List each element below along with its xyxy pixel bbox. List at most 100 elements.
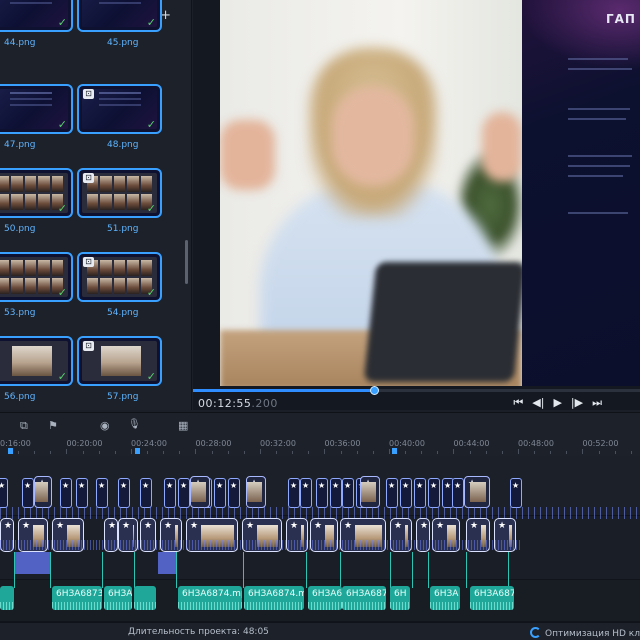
audio-clip-waveform bbox=[134, 602, 156, 610]
thumbnail-photo bbox=[140, 176, 152, 192]
overlay-image-clip[interactable]: ★ bbox=[34, 476, 52, 508]
overlay-slide-clip[interactable]: ★ bbox=[228, 478, 240, 508]
overlay-slide-clip[interactable]: ★ bbox=[178, 478, 190, 508]
overlay-slide-clip[interactable]: ★ bbox=[342, 478, 354, 508]
clip-link-line bbox=[306, 552, 307, 588]
thumbnail-photo bbox=[11, 176, 23, 192]
audio-clip[interactable]: 6НЗА6 bbox=[308, 586, 342, 610]
overlay-slide-clip[interactable]: ★ bbox=[414, 478, 426, 508]
media-thumbnail[interactable]: ⊡✓ bbox=[77, 336, 162, 386]
overlay-slide-clip[interactable]: ★ bbox=[214, 478, 226, 508]
image-type-icon: ⊡ bbox=[83, 341, 94, 351]
media-thumbnail[interactable]: ✓ bbox=[0, 0, 73, 32]
overlay-slide-clip[interactable]: ★ bbox=[400, 478, 412, 508]
overlay-image-clip[interactable]: ★ bbox=[246, 476, 266, 508]
grid-icon[interactable]: ▦ bbox=[178, 419, 188, 432]
slide-text-line bbox=[568, 155, 632, 157]
playhead-handle[interactable] bbox=[370, 386, 380, 395]
audio-clip-waveform bbox=[430, 602, 460, 610]
effect-star-icon: ★ bbox=[290, 481, 298, 490]
audio-clip-label: 6НЗА bbox=[108, 589, 132, 599]
overlay-image-clip[interactable]: ★ bbox=[464, 476, 490, 508]
overlay-slide-clip[interactable]: ★ bbox=[452, 478, 464, 508]
playback-progress-bar[interactable] bbox=[193, 386, 640, 395]
overlay-slide-clip[interactable]: ★ bbox=[22, 478, 34, 508]
library-scrollbar[interactable] bbox=[185, 240, 188, 284]
hd-optimization-status[interactable]: Оптимизация HD клипо bbox=[530, 627, 640, 639]
thumbnail-photo bbox=[127, 260, 139, 276]
ruler-tick bbox=[501, 451, 503, 454]
media-filename: 50.png bbox=[4, 224, 36, 234]
image-type-icon: ⊡ bbox=[83, 89, 94, 99]
overlay-slide-clip[interactable]: ★ bbox=[386, 478, 398, 508]
overlay-slide-clip[interactable]: ★ bbox=[510, 478, 522, 508]
overlay-slide-clip[interactable]: ★ bbox=[288, 478, 300, 508]
effect-star-icon: ★ bbox=[62, 481, 70, 490]
thumbnail-photo bbox=[113, 176, 126, 192]
overlay-slide-clip[interactable]: ★ bbox=[76, 478, 88, 508]
audio-clip[interactable]: 6НЗА687 bbox=[342, 586, 386, 610]
ruler-tick-label: 00:40:00 bbox=[389, 439, 425, 448]
rotate-icon[interactable]: ⧉ bbox=[20, 419, 28, 433]
webcam-icon[interactable]: ◉ bbox=[100, 419, 110, 432]
next-frame-icon[interactable]: |▶ bbox=[571, 396, 583, 410]
timeline-marker[interactable] bbox=[8, 448, 13, 454]
thumbnail-photo bbox=[51, 176, 63, 192]
audio-clip[interactable]: 6НЗА6874.mp4 bbox=[178, 586, 242, 610]
effect-star-icon: ★ bbox=[388, 481, 396, 490]
timeline-marker[interactable] bbox=[392, 448, 397, 454]
media-filename: 48.png bbox=[107, 140, 139, 150]
media-thumbnail[interactable]: ✓ bbox=[0, 168, 73, 218]
audio-clip[interactable]: 6НЗА687 bbox=[470, 586, 514, 610]
audio-clip[interactable]: 6НЗА bbox=[430, 586, 460, 610]
audio-clip[interactable]: 6Н bbox=[390, 586, 410, 610]
previous-frame-icon[interactable]: ◀| bbox=[532, 396, 544, 410]
overlay-slide-clip[interactable]: ★ bbox=[164, 478, 176, 508]
media-thumbnail[interactable]: ✓ bbox=[0, 336, 73, 386]
thumbnail-photo bbox=[100, 260, 112, 276]
clip-thumbnail bbox=[470, 482, 486, 502]
ruler-tick bbox=[485, 451, 487, 454]
timeline-ruler[interactable]: 0:16:00 00:20:00 00:24:00 00:28:00 00:32:00 0… bbox=[0, 436, 640, 456]
media-thumbnail[interactable]: ✓ bbox=[0, 84, 73, 134]
check-icon: ✓ bbox=[146, 370, 156, 383]
audio-clip[interactable]: 6НЗА bbox=[104, 586, 132, 610]
slide-text-line bbox=[568, 165, 630, 167]
thumbnail-photo bbox=[11, 278, 23, 294]
overlay-image-clip[interactable]: ★ bbox=[360, 476, 380, 508]
skip-to-start-icon[interactable]: ⏮ bbox=[513, 396, 523, 410]
flag-icon[interactable]: ⚑ bbox=[48, 419, 58, 432]
audio-clip[interactable]: 6НЗА6873 bbox=[52, 586, 102, 610]
microphone-icon[interactable]: 🎙 bbox=[128, 419, 141, 430]
thumbnail-photo bbox=[0, 278, 10, 294]
ruler-tick bbox=[453, 449, 454, 454]
overlay-slide-clip[interactable]: ★ bbox=[428, 478, 440, 508]
audio-clip-label: 6НЗА6 bbox=[312, 589, 342, 599]
timeline-marker[interactable] bbox=[135, 448, 140, 454]
overlay-slide-clip[interactable]: ★ bbox=[330, 478, 342, 508]
overlay-image-clip[interactable]: ★ bbox=[190, 476, 210, 508]
overlay-slide-clip[interactable]: ★ bbox=[316, 478, 328, 508]
media-thumbnail[interactable]: ⊡✓ bbox=[77, 252, 162, 302]
skip-to-end-icon[interactable]: ⏭ bbox=[592, 396, 602, 410]
overlay-slide-clip[interactable]: ★ bbox=[118, 478, 130, 508]
overlay-slide-clip[interactable]: ★ bbox=[300, 478, 312, 508]
audio-clip[interactable] bbox=[0, 586, 14, 610]
overlay-slide-clip[interactable]: ★ bbox=[60, 478, 72, 508]
media-thumbnail[interactable]: ⊡✓ bbox=[77, 84, 162, 134]
audio-clip[interactable] bbox=[134, 586, 156, 610]
overlay-slide-clip[interactable]: ★ bbox=[96, 478, 108, 508]
overlay-slide-clip[interactable]: ★ bbox=[140, 478, 152, 508]
audio-clip[interactable]: 6НЗА6874.mp4 bbox=[244, 586, 304, 610]
thumbnail-photo bbox=[38, 194, 50, 210]
effect-star-icon: ★ bbox=[470, 521, 479, 531]
clip-link-line bbox=[508, 552, 509, 588]
overlay-slide-clip[interactable]: ★ bbox=[0, 478, 8, 508]
effect-star-icon: ★ bbox=[498, 521, 507, 531]
media-thumbnail[interactable]: ⊡✓ bbox=[77, 0, 162, 32]
play-icon[interactable]: ▶ bbox=[553, 396, 561, 410]
media-thumbnail[interactable]: ⊡✓ bbox=[77, 168, 162, 218]
media-thumbnail[interactable]: ✓ bbox=[0, 252, 73, 302]
check-icon: ✓ bbox=[146, 118, 156, 131]
audio-clip-waveform bbox=[244, 602, 304, 610]
